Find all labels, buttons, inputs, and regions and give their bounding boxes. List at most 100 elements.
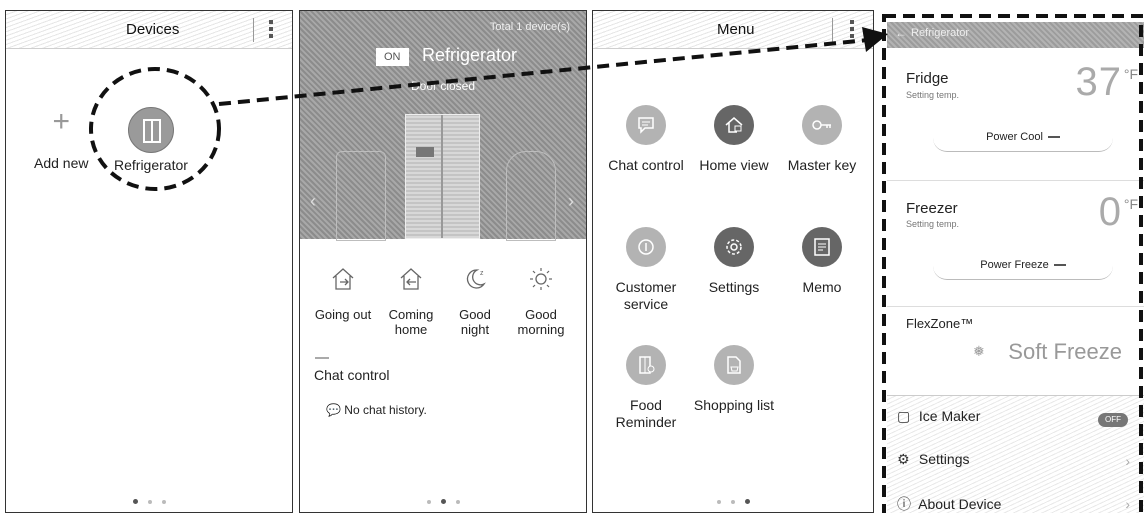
- power-cool-label: Power Cool: [986, 131, 1043, 143]
- divider: [887, 180, 1144, 181]
- refrigerator-image: [405, 114, 480, 239]
- menu-header: Menu: [593, 11, 873, 49]
- device-title: Refrigerator: [422, 45, 518, 65]
- fridge-setting-label: Setting temp.: [906, 90, 960, 100]
- devices-header: Devices: [6, 11, 292, 49]
- detail-title: Refrigerator: [911, 27, 970, 39]
- chevron-right-icon: ›: [1125, 453, 1130, 469]
- mode-coming-home[interactable]: Coming home: [380, 261, 442, 337]
- plus-icon: +: [52, 105, 70, 138]
- refrigerator-icon: [127, 107, 174, 153]
- power-cool-button[interactable]: Power Cool: [933, 126, 1113, 152]
- ice-maker-label: Ice Maker: [918, 408, 981, 424]
- chat-empty-state: 💬 No chat history.: [326, 403, 427, 417]
- chat-control-heading: Chat control: [314, 367, 390, 383]
- menu-settings[interactable]: Settings: [689, 227, 779, 296]
- fridge-temp-unit: °F: [1123, 66, 1138, 82]
- appliance-ghost-left: [336, 151, 386, 241]
- refrigerator-label: Refrigerator: [114, 157, 188, 173]
- about-device-row[interactable]: ⓘ About Device: [897, 494, 1144, 513]
- menu-home-view[interactable]: Home view: [689, 105, 779, 174]
- menu-food-reminder[interactable]: Food Reminder: [601, 345, 691, 431]
- refrigerator-hero: Total 1 device(s) ON Refrigerator Door c…: [300, 11, 586, 241]
- memo-icon: [802, 227, 842, 267]
- mode-label: Good night: [459, 307, 491, 337]
- divider: [887, 306, 1144, 307]
- menu-chat-control[interactable]: Chat control: [601, 105, 691, 174]
- menu-master-key[interactable]: Master key: [777, 105, 867, 174]
- menu-label: Memo: [802, 279, 842, 295]
- header-divider: [253, 18, 254, 42]
- freezer-label: Freezer: [906, 200, 958, 217]
- menu-customer-service[interactable]: Customer service: [601, 227, 691, 313]
- freezer-temp-unit: °F: [1123, 196, 1138, 212]
- freezer-setting-label: Setting temp.: [906, 219, 960, 229]
- menu-title: Menu: [717, 21, 755, 38]
- power-toggle[interactable]: ON: [376, 48, 409, 66]
- back-arrow-icon[interactable]: ←: [895, 26, 907, 40]
- mode-label: Going out: [314, 307, 372, 322]
- power-freeze-button[interactable]: Power Freeze: [933, 254, 1113, 280]
- power-freeze-label: Power Freeze: [980, 259, 1049, 271]
- add-new-button[interactable]: + Add new: [34, 105, 89, 172]
- chevron-right-icon[interactable]: ›: [568, 191, 574, 212]
- refrigerator-device-button[interactable]: Refrigerator: [114, 107, 188, 173]
- snowflake-icon: ❅: [973, 343, 985, 359]
- refrigerator-dashboard: Total 1 device(s) ON Refrigerator Door c…: [299, 10, 587, 513]
- menu-label: Settings: [708, 279, 760, 295]
- page-indicator: [6, 499, 292, 504]
- menu-label: Home view: [699, 157, 769, 173]
- customer-service-icon: [626, 227, 666, 267]
- menu-label: Chat control: [608, 157, 684, 173]
- gear-icon: ⚙: [897, 451, 910, 467]
- fridge-label: Fridge: [906, 70, 949, 87]
- menu-label: Master key: [787, 157, 857, 173]
- section-divider: [315, 357, 329, 359]
- food-reminder-icon: [626, 345, 666, 385]
- menu-shopping-list[interactable]: Shopping list: [689, 345, 779, 414]
- home-camera-icon: [714, 105, 754, 145]
- moon-icon: z: [444, 261, 506, 297]
- menu-label: Food Reminder: [615, 397, 677, 430]
- info-icon: ⓘ: [897, 496, 911, 512]
- add-new-label: Add new: [34, 155, 89, 171]
- detail-header: ← Refrigerator: [887, 22, 1144, 48]
- mode-good-night[interactable]: z Good night: [444, 261, 506, 337]
- mode-label: Good morning: [517, 307, 565, 337]
- home-leave-icon: [312, 261, 374, 297]
- shopping-list-icon: [714, 345, 754, 385]
- chevron-right-icon: ›: [1125, 496, 1130, 512]
- appliance-ghost-right: [506, 151, 556, 241]
- more-options-icon[interactable]: [849, 20, 855, 40]
- ice-maker-icon: ▢: [897, 408, 911, 424]
- more-options-icon[interactable]: [268, 20, 274, 40]
- device-count: Total 1 device(s): [489, 21, 570, 33]
- about-device-label: About Device: [918, 496, 1002, 512]
- page-indicator: [300, 499, 586, 504]
- flexzone-label: FlexZone™: [906, 316, 974, 331]
- chevron-left-icon[interactable]: ‹: [310, 191, 316, 212]
- menu-label: Shopping list: [693, 397, 775, 413]
- gear-icon: [714, 227, 754, 267]
- menu-memo[interactable]: Memo: [777, 227, 867, 296]
- settings-label: Settings: [918, 451, 970, 467]
- header-divider: [832, 18, 833, 42]
- menu-label: Customer service: [615, 279, 677, 312]
- fridge-temperature[interactable]: 37: [1076, 60, 1123, 105]
- settings-row[interactable]: ⚙ Settings: [897, 451, 1144, 468]
- mode-going-out[interactable]: Going out: [312, 261, 374, 322]
- devices-screen: Devices + Add new Refrigerator: [5, 10, 293, 513]
- freezer-temperature[interactable]: 0: [1099, 190, 1122, 235]
- door-status: Door closed: [410, 79, 476, 93]
- chat-bubble-icon: 💬: [326, 403, 341, 417]
- chat-empty-label: No chat history.: [344, 403, 427, 417]
- mode-good-morning[interactable]: Good morning: [510, 261, 572, 337]
- refrigerator-detail-screen: ← Refrigerator Fridge Setting temp. 37 °…: [881, 10, 1144, 513]
- ice-maker-toggle[interactable]: OFF: [1098, 413, 1128, 427]
- flexzone-mode[interactable]: Soft Freeze: [1008, 339, 1122, 365]
- chat-icon: [626, 105, 666, 145]
- page-indicator: [593, 499, 873, 504]
- key-icon: [802, 105, 842, 145]
- devices-title: Devices: [126, 21, 180, 38]
- sun-icon: [510, 261, 572, 297]
